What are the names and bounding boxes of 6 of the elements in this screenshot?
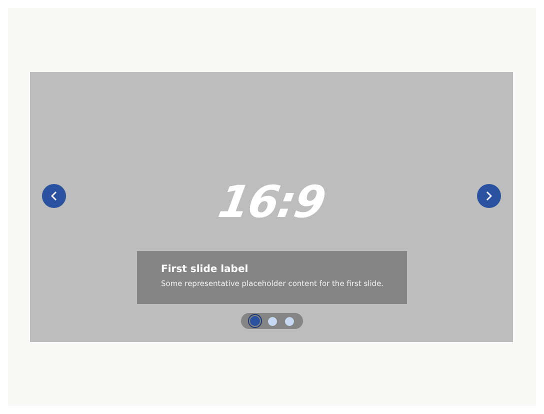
next-button[interactable] [477, 184, 501, 208]
caption-title: First slide label [161, 263, 250, 276]
chevron-left-icon [51, 191, 57, 201]
previous-button[interactable] [42, 184, 66, 208]
aspect-ratio-text: 16:9 [215, 181, 328, 225]
chevron-right-icon [486, 191, 492, 201]
